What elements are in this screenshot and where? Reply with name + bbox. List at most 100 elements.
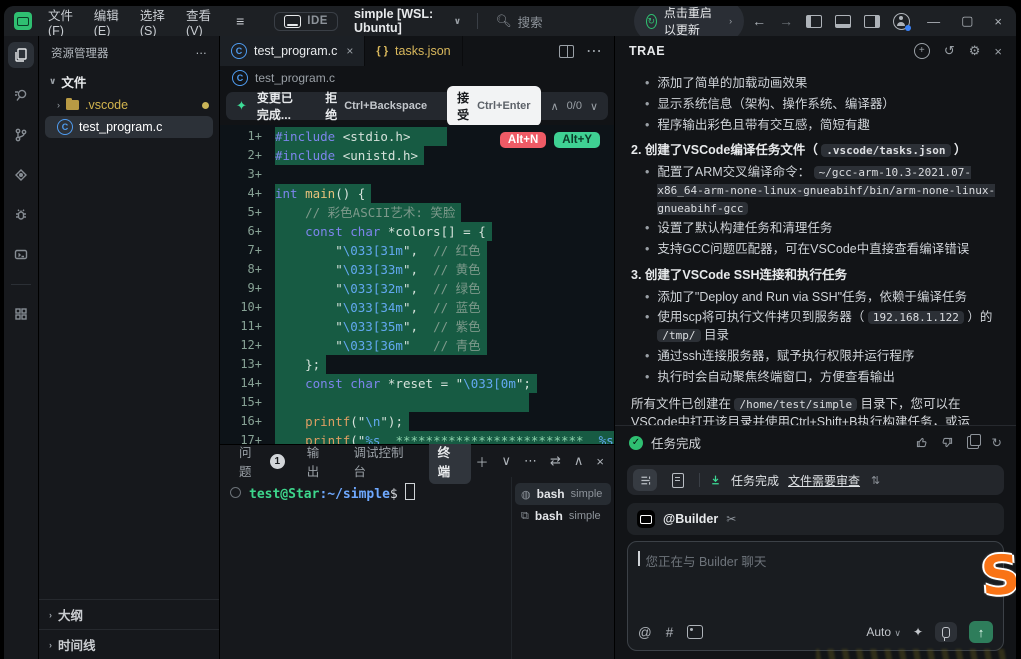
timeline-section[interactable]: › 时间线 xyxy=(39,629,219,659)
code-text: }; xyxy=(275,355,326,374)
mic-button[interactable] xyxy=(935,622,957,642)
panel-more-icon[interactable]: ⋯ xyxy=(524,453,537,469)
tab-test-program[interactable]: C test_program.c × xyxy=(220,36,365,66)
history-icon[interactable]: ↺ xyxy=(944,43,955,59)
code-text: const char *colors[] = { xyxy=(275,222,492,241)
tab-tasks-json[interactable]: { } tasks.json xyxy=(365,36,462,66)
files-section-header[interactable]: ∨ 文件 xyxy=(39,68,219,95)
explorer-icon[interactable] xyxy=(8,42,34,68)
panel-tab-label: 终端 xyxy=(438,442,463,480)
sort-arrows-icon[interactable]: ⇅ xyxy=(871,474,880,487)
titlebar-controls: ← → — ▢ × xyxy=(752,13,1006,30)
chat-bullet-item: •设置了默认构建任务和清理任务 xyxy=(645,220,1000,238)
account-icon[interactable] xyxy=(893,13,910,30)
editor-more-icon[interactable]: ⋯ xyxy=(586,41,602,61)
inline-code: /home/test/simple xyxy=(734,398,857,411)
close-button[interactable]: × xyxy=(990,14,1006,29)
ide-badge[interactable]: IDE xyxy=(274,12,338,31)
bottom-panel: 问题1输出调试控制台终端＋∨⋯⇄∧× test@Star:~/simple$ ◍… xyxy=(220,444,614,659)
breadcrumb[interactable]: C test_program.c xyxy=(220,66,614,89)
thumbs-down-icon[interactable] xyxy=(941,436,954,449)
mention-icon[interactable]: @ xyxy=(638,625,652,640)
terminal-list-item[interactable]: ◍bashsimple xyxy=(515,483,611,505)
tab-label: tasks.json xyxy=(395,44,451,58)
enhance-sparkle-icon[interactable]: ✦ xyxy=(913,625,923,639)
search-panel-icon[interactable] xyxy=(8,82,34,108)
line-number: 9+ xyxy=(220,279,275,298)
model-mode-select[interactable]: Auto ∨ xyxy=(866,625,901,639)
regenerate-icon[interactable]: ↻ xyxy=(992,435,1002,450)
code-text: int main() { xyxy=(275,184,371,203)
reject-button[interactable]: 拒绝 Ctrl+Backspace xyxy=(325,89,427,123)
context-hash-icon[interactable]: # xyxy=(666,625,674,640)
line-number: 5+ xyxy=(220,203,275,222)
toggle-right-sidebar-icon[interactable] xyxy=(864,15,880,28)
extensions-grid-icon[interactable] xyxy=(8,301,34,327)
tree-item-vscode-folder[interactable]: › .vscode xyxy=(39,95,219,115)
launch-profile-icon[interactable]: ⇄ xyxy=(550,453,561,469)
builder-agent-chip[interactable]: @Builder ✂ xyxy=(627,503,1004,535)
line-number: 7+ xyxy=(220,241,275,260)
hamburger-menu-icon[interactable]: ≡ xyxy=(228,11,252,31)
inline-code: /tmp/ xyxy=(657,329,700,342)
changes-list-view-button[interactable] xyxy=(633,469,657,491)
code-line: 12+ "\033[36m" // 青色 xyxy=(220,336,614,355)
terminal-list-item[interactable]: ⧉bashsimple xyxy=(515,505,611,527)
panel-tab-label: 问题 xyxy=(239,442,264,480)
panel-tab-label: 调试控制台 xyxy=(354,442,416,480)
chat-placeholder: 您正在与 Builder 聊天 xyxy=(646,551,767,570)
folder-icon xyxy=(66,100,79,110)
maximize-panel-icon[interactable]: ∧ xyxy=(574,453,584,469)
workspace-switcher[interactable]: simple [WSL: Ubuntu] ∨ xyxy=(346,6,469,38)
search-input[interactable]: 🔍︎ 搜索 xyxy=(486,9,626,34)
accept-shortcut: Ctrl+Enter xyxy=(477,100,531,112)
forward-button[interactable]: → xyxy=(779,13,793,29)
outline-section[interactable]: › 大纲 xyxy=(39,599,219,629)
toggle-left-sidebar-icon[interactable] xyxy=(806,15,822,28)
terminal-dropdown-icon[interactable]: ∨ xyxy=(501,453,511,469)
accept-button[interactable]: 接受 Ctrl+Enter xyxy=(447,86,541,126)
terminal-dollar: $ xyxy=(390,487,398,502)
code-editor[interactable]: Alt+N Alt+Y 1+#include <stdio.h> 2+#incl… xyxy=(220,125,614,444)
debug-bug-icon[interactable] xyxy=(8,202,34,228)
tree-item-test-program[interactable]: C test_program.c xyxy=(45,116,213,138)
bullet-dot: • xyxy=(645,117,649,135)
attach-image-icon[interactable] xyxy=(687,625,703,639)
code-line: 5+ // 彩色ASCII艺术: 笑脸 xyxy=(220,203,614,222)
close-tab-icon[interactable]: × xyxy=(346,44,353,58)
watermark-smudge xyxy=(816,649,1006,659)
file-view-button[interactable] xyxy=(666,469,690,491)
code-text: const char *reset = "\033[0m"; xyxy=(275,374,537,393)
new-terminal-icon[interactable]: ＋ xyxy=(475,452,488,471)
chat-input-box[interactable]: 您正在与 Builder 聊天 @ # Auto ∨ ✦ ↑ xyxy=(627,541,1004,651)
bullet-dot: • xyxy=(645,241,649,259)
copy-icon[interactable] xyxy=(967,436,979,449)
inline-code: 192.168.1.122 xyxy=(868,311,964,324)
ai-panel-title: TRAE xyxy=(629,44,665,58)
terminal[interactable]: test@Star:~/simple$ xyxy=(220,477,511,659)
thumbs-up-icon[interactable] xyxy=(915,436,928,449)
back-button[interactable]: ← xyxy=(752,13,766,29)
chat-bullet-item: •添加了简单的加载动画效果 xyxy=(645,75,1000,93)
toggle-bottom-panel-icon[interactable] xyxy=(835,15,851,28)
prev-change-icon[interactable]: ∧ xyxy=(551,100,559,113)
review-files-link[interactable]: 文件需要审查 xyxy=(788,472,860,489)
eye-icon[interactable] xyxy=(8,162,34,188)
split-editor-icon[interactable] xyxy=(559,45,574,58)
close-panel-icon[interactable]: × xyxy=(994,44,1002,59)
line-number: 10+ xyxy=(220,298,275,317)
source-control-icon[interactable] xyxy=(8,122,34,148)
panel-tab-bar: 问题1输出调试控制台终端＋∨⋯⇄∧× xyxy=(220,445,614,477)
chat-message-area[interactable]: •添加了简单的加载动画效果•显示系统信息（架构、操作系统、编译器）•程序输出彩色… xyxy=(615,66,1016,425)
next-change-icon[interactable]: ∨ xyxy=(590,100,598,113)
send-button[interactable]: ↑ xyxy=(969,621,993,643)
maximize-button[interactable]: ▢ xyxy=(957,13,977,29)
remote-console-icon[interactable] xyxy=(8,242,34,268)
settings-gear-icon[interactable]: ⚙ xyxy=(969,43,981,59)
minimize-button[interactable]: — xyxy=(923,14,944,29)
update-icon: ↻ xyxy=(646,14,657,29)
explorer-more-icon[interactable]: ⋯ xyxy=(196,46,208,60)
new-chat-icon[interactable]: + xyxy=(914,43,930,59)
bullet-text: 通过ssh连接服务器，赋予执行权限并运行程序 xyxy=(657,348,914,366)
close-panel-icon[interactable]: × xyxy=(596,454,604,469)
